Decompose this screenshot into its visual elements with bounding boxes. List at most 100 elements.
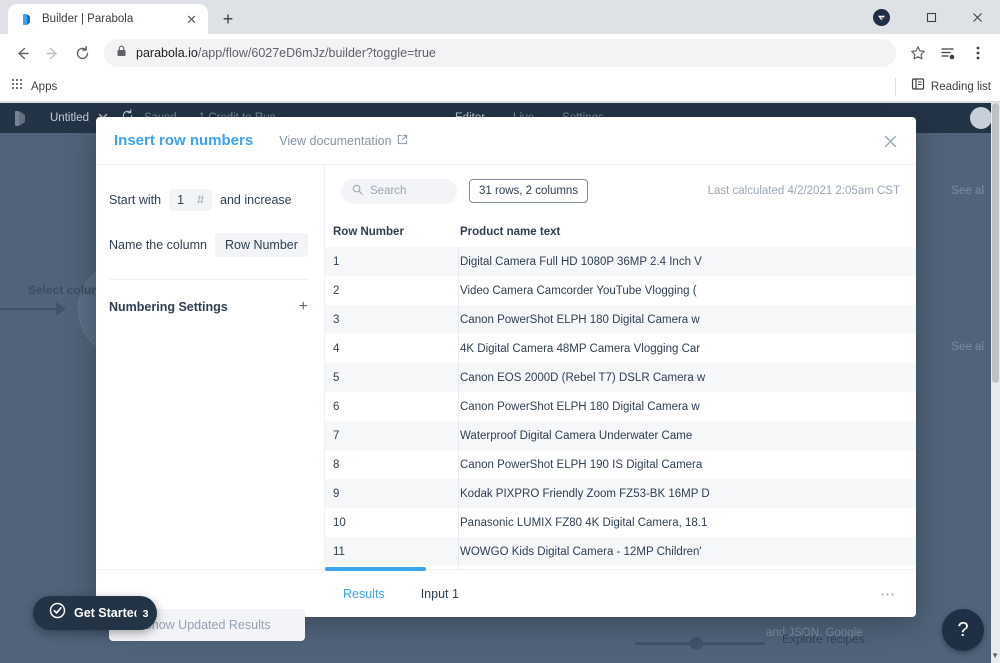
cell-product-name: Canon PowerShot ELPH 190 IS Digital Came… <box>460 458 703 471</box>
cell-row-number: 10 <box>333 508 459 537</box>
user-avatar[interactable] <box>970 107 992 129</box>
parabola-favicon-icon <box>19 12 34 27</box>
bookmark-apps-label[interactable]: Apps <box>31 81 57 93</box>
close-window-button[interactable] <box>954 0 1000 34</box>
bookmarks-bar: Apps Reading list <box>0 72 1000 102</box>
cell-product-name: Canon EOS 2000D (Rebel T7) DSLR Camera w <box>460 371 706 384</box>
horizontal-scroll-indicator[interactable] <box>325 567 426 571</box>
search-placeholder: Search <box>370 185 407 197</box>
parabola-logo-icon[interactable] <box>14 110 28 127</box>
table-row[interactable]: 11 WOWGO Kids Digital Camera - 12MP Child… <box>325 537 916 566</box>
hash-icon: # <box>197 193 205 207</box>
name-column-label: Name the column <box>109 238 207 252</box>
start-with-input[interactable]: 1 # <box>169 189 213 211</box>
table-row[interactable]: 2 Video Camera Camcorder YouTube Vlogging… <box>325 276 916 305</box>
table-body: 1 Digital Camera Full HD 1080P 36MP 2.4 I… <box>325 247 916 569</box>
table-row[interactable]: 10 Panasonic LUMIX FZ80 4K Digital Camera… <box>325 508 916 537</box>
table-row[interactable]: 5 Canon EOS 2000D (Rebel T7) DSLR Camera … <box>325 363 916 392</box>
and-increase-label: and increase <box>220 193 292 207</box>
cell-row-number: 1 <box>333 247 459 276</box>
explore-recipes-label[interactable]: Explore recipes <box>782 632 865 646</box>
modal-close-icon[interactable] <box>880 131 900 151</box>
numbering-settings-accordion[interactable]: Numbering Settings + <box>109 280 324 316</box>
cell-row-number: 9 <box>333 479 459 508</box>
modal-body: Start with 1 # and increase Name the col… <box>96 165 916 569</box>
reading-list-add-icon[interactable] <box>934 39 962 67</box>
plus-icon[interactable]: + <box>299 298 308 316</box>
lock-icon <box>116 44 127 62</box>
table-row[interactable]: 1 Digital Camera Full HD 1080P 36MP 2.4 I… <box>325 247 916 276</box>
reading-list-button[interactable]: Reading list <box>911 77 991 96</box>
data-pane: Search 31 rows, 2 columns Last calculate… <box>325 165 916 569</box>
help-button[interactable]: ? <box>942 609 984 651</box>
cell-row-number: 8 <box>333 450 459 479</box>
scroll-down-icon[interactable]: ▼ <box>991 651 999 660</box>
reading-list-icon <box>911 77 925 96</box>
table-row[interactable]: 4 4K Digital Camera 48MP Camera Vlogging … <box>325 334 916 363</box>
address-bar[interactable]: parabola.io/app/flow/6027eD6mJz/builder?… <box>104 39 896 67</box>
flow-connector <box>0 308 58 310</box>
table-row[interactable]: 9 Kodak PIXPRO Friendly Zoom FZ53-BK 16MP… <box>325 479 916 508</box>
three-dots-horizontal-icon[interactable]: ⋯ <box>880 585 896 603</box>
cell-product-name: Video Camera Camcorder YouTube Vlogging … <box>460 284 697 297</box>
cell-row-number: 4 <box>333 334 459 363</box>
column-header-product-name[interactable]: Product name text <box>459 226 916 238</box>
doc-link-label: View documentation <box>279 133 392 148</box>
get-started-count-badge: 3 <box>136 604 155 623</box>
cell-row-number: 6 <box>333 392 459 421</box>
scrollbar-thumb[interactable] <box>992 103 999 383</box>
tab-title: Builder | Parabola <box>42 13 134 25</box>
get-started-label: Get Started <box>74 606 142 620</box>
cell-row-number: 2 <box>333 276 459 305</box>
cell-product-name: 4K Digital Camera 48MP Camera Vlogging C… <box>460 342 701 355</box>
table-row[interactable]: 7 Waterproof Digital Camera Underwater Ca… <box>325 421 916 450</box>
back-icon[interactable] <box>8 39 36 67</box>
star-icon[interactable] <box>904 39 932 67</box>
forward-icon[interactable] <box>38 39 66 67</box>
cell-row-number: 11 <box>333 537 459 566</box>
flow-arrow-head-icon <box>56 302 66 316</box>
search-icon <box>352 182 363 200</box>
canvas-zoom-slider[interactable] <box>635 637 765 650</box>
results-table[interactable]: Row Number Product name text 1 Digital Ca… <box>325 217 916 569</box>
tab-strip: Builder | Parabola ✕ + <box>0 0 1000 34</box>
cell-row-number: 5 <box>333 363 459 392</box>
table-header-row: Row Number Product name text <box>325 217 916 247</box>
page-viewport: Untitled Saved 1 Credit to Run Editor Li… <box>0 103 1000 663</box>
modal-title: Insert row numbers <box>114 132 254 149</box>
url-text: parabola.io/app/flow/6027eD6mJz/builder?… <box>136 46 436 60</box>
apps-grid-icon[interactable] <box>10 77 24 96</box>
numbering-settings-label: Numbering Settings <box>109 300 228 314</box>
view-documentation-link[interactable]: View documentation <box>279 134 407 148</box>
flow-name[interactable]: Untitled <box>50 112 89 124</box>
browser-toolbar: parabola.io/app/flow/6027eD6mJz/builder?… <box>0 34 1000 72</box>
table-row[interactable]: 3 Canon PowerShot ELPH 180 Digital Camera… <box>325 305 916 334</box>
insert-row-numbers-modal: Insert row numbers View documentation St… <box>96 117 916 617</box>
zoom-slider-knob[interactable] <box>690 637 703 650</box>
reading-list-label: Reading list <box>930 80 991 93</box>
browser-tab[interactable]: Builder | Parabola ✕ <box>8 4 208 34</box>
browser-window: Builder | Parabola ✕ + parabola.io/app/f… <box>0 0 1000 663</box>
tab-results[interactable]: Results <box>325 587 403 601</box>
modal-header: Insert row numbers View documentation <box>96 117 916 165</box>
start-with-value: 1 <box>177 193 185 207</box>
browser-menu-icon[interactable] <box>964 39 992 67</box>
cell-product-name: Canon PowerShot ELPH 180 Digital Camera … <box>460 400 700 413</box>
cell-product-name: Canon PowerShot ELPH 180 Digital Camera … <box>460 313 700 326</box>
name-column-input[interactable]: Row Number <box>214 233 308 257</box>
column-header-row-number[interactable]: Row Number <box>333 226 459 238</box>
minimize-button[interactable] <box>862 0 908 34</box>
window-controls <box>862 0 1000 34</box>
check-circle-icon <box>49 602 66 624</box>
tab-close-icon[interactable]: ✕ <box>183 11 200 28</box>
new-tab-button[interactable]: + <box>214 5 242 33</box>
page-scrollbar[interactable]: ▼ <box>991 103 1000 663</box>
maximize-button[interactable] <box>908 0 954 34</box>
cell-product-name: Waterproof Digital Camera Underwater Cam… <box>460 429 693 442</box>
table-row[interactable]: 8 Canon PowerShot ELPH 190 IS Digital Cam… <box>325 450 916 479</box>
table-row[interactable]: 6 Canon PowerShot ELPH 180 Digital Camera… <box>325 392 916 421</box>
reload-icon[interactable] <box>68 39 96 67</box>
rows-columns-badge[interactable]: 31 rows, 2 columns <box>469 179 589 203</box>
tab-input-1[interactable]: Input 1 <box>403 587 477 601</box>
search-input[interactable]: Search <box>341 178 457 204</box>
